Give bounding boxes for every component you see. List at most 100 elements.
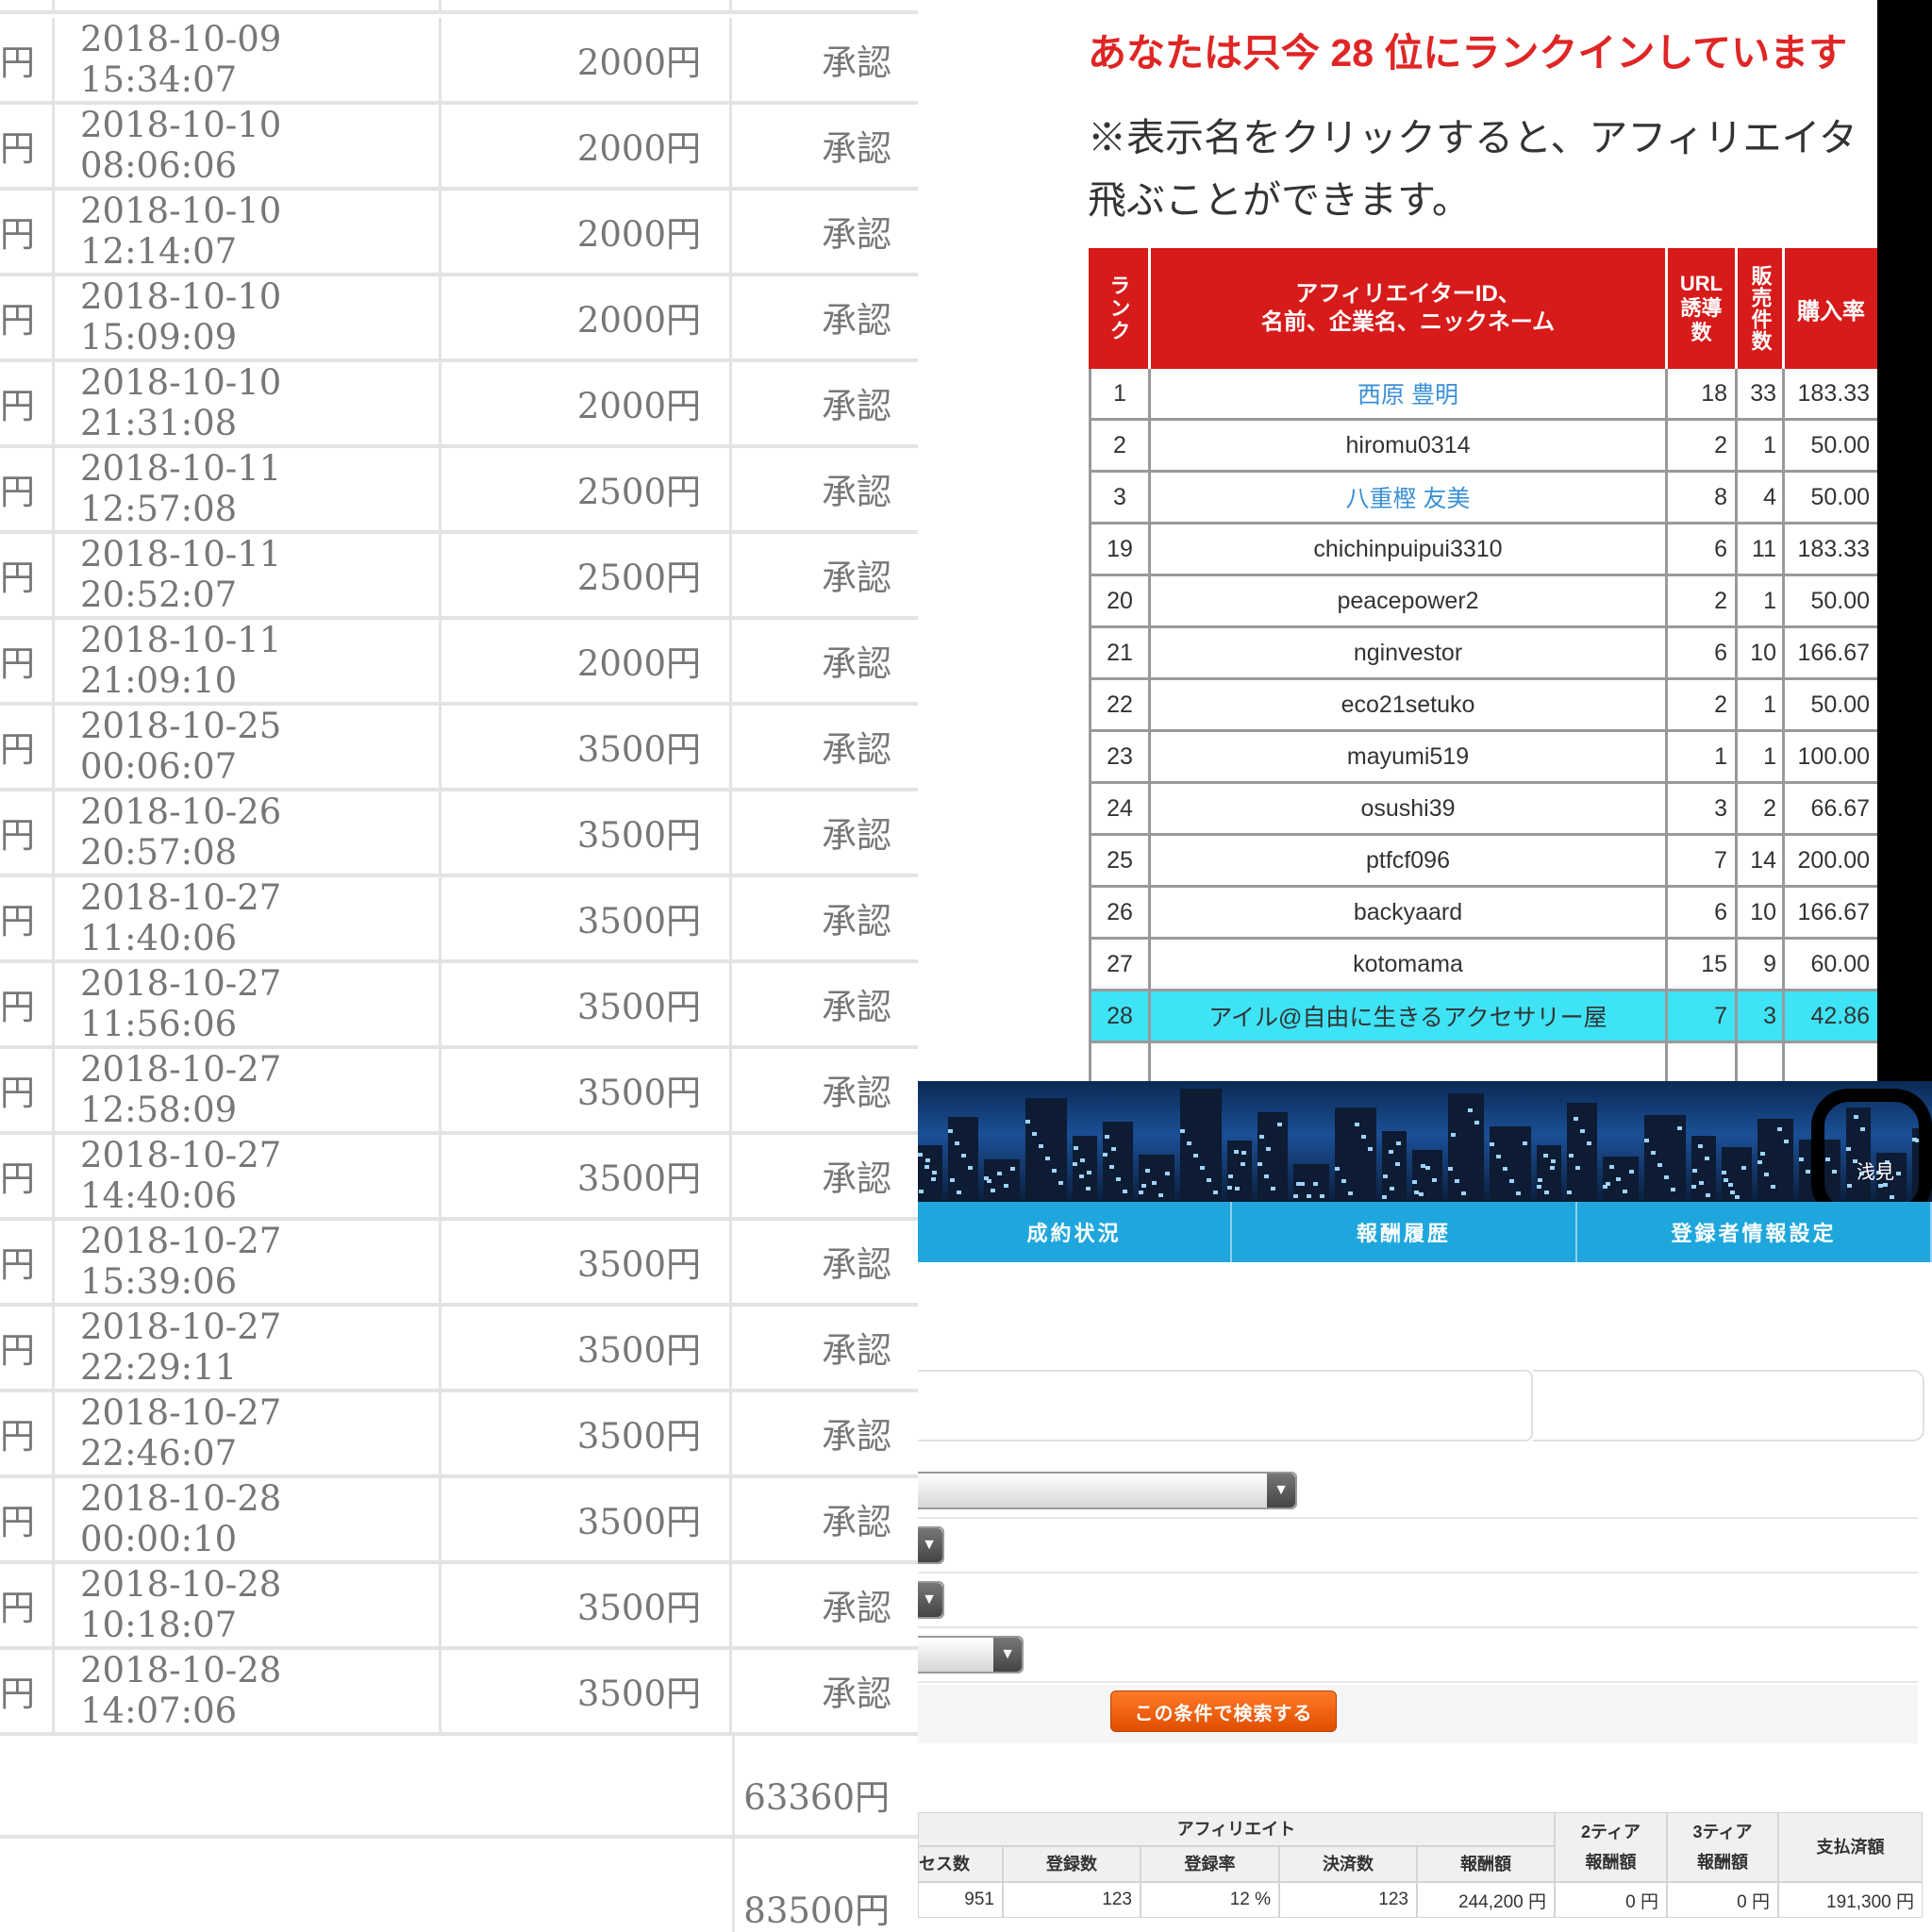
window-light bbox=[1503, 1167, 1507, 1171]
filter-select-1[interactable]: ▼ bbox=[918, 1472, 1297, 1509]
search-field-secondary[interactable] bbox=[1533, 1370, 1924, 1441]
filter-row: ▼ bbox=[918, 1519, 1918, 1574]
window-light bbox=[1158, 1193, 1163, 1197]
header-purchase-rate: 購入率 bbox=[1785, 248, 1877, 369]
payment-row: 円 2018-10-27 22:46:07 3500円 承認 bbox=[0, 1391, 918, 1478]
affiliate-name[interactable]: 西原 豊明 bbox=[1151, 369, 1668, 418]
payment-row: 円 2018-10-28 14:07:06 3500円 承認 bbox=[0, 1649, 918, 1736]
window-light bbox=[1032, 1132, 1037, 1136]
window-light bbox=[1550, 1166, 1555, 1170]
window-light bbox=[1784, 1140, 1789, 1143]
filter-select-4[interactable]: ▼ bbox=[918, 1636, 1024, 1674]
window-light bbox=[1103, 1153, 1108, 1157]
skyline-building bbox=[1448, 1093, 1484, 1202]
header-registrations: 登録数 bbox=[1003, 1846, 1141, 1882]
skyline-building bbox=[1257, 1112, 1288, 1202]
url-referrals: 6 bbox=[1668, 628, 1738, 677]
window-light bbox=[1368, 1147, 1373, 1151]
amount-fragment: 円 bbox=[0, 104, 55, 187]
amount-fragment: 円 bbox=[0, 1220, 55, 1303]
header-sales-count: 販売件数 bbox=[1738, 248, 1785, 369]
ranking-row: 21 nginvestor 6 10 166.67 bbox=[1089, 628, 1877, 680]
purchase-rate: 42.86 bbox=[1810, 1002, 1870, 1029]
purchase-rate: 50.00 bbox=[1810, 431, 1870, 458]
tab-contract-status[interactable]: 成約状況 bbox=[918, 1202, 1232, 1262]
value-registration-rate: 12 % bbox=[1141, 1882, 1279, 1918]
filter-select-3[interactable]: ▼ bbox=[918, 1581, 944, 1619]
skyline-building bbox=[1567, 1103, 1597, 1202]
amount-fragment: 円 bbox=[0, 1134, 55, 1217]
window-light bbox=[1080, 1158, 1085, 1162]
nav-tabs: 成約状況 報酬履歴 登録者情報設定 bbox=[918, 1202, 1932, 1262]
purchase-rate: 50.00 bbox=[1810, 691, 1870, 718]
window-light bbox=[1396, 1141, 1401, 1145]
window-light bbox=[1651, 1151, 1656, 1155]
url-referrals: 18 bbox=[1668, 369, 1738, 418]
window-light bbox=[1341, 1179, 1346, 1183]
payment-datetime: 2018-10-27 22:29:11 bbox=[55, 1306, 441, 1389]
window-light bbox=[1421, 1164, 1425, 1168]
payment-row: 円 2018-10-10 15:09:09 2000円 承認 bbox=[0, 275, 918, 362]
purchase-rate: 200.00 bbox=[1797, 846, 1870, 874]
payment-status: 承認 bbox=[822, 1244, 891, 1285]
header-affiliate-id: アフィリエイターID、 名前、企業名、ニックネーム bbox=[1151, 248, 1668, 369]
payment-status: 承認 bbox=[822, 1073, 891, 1113]
total-amount: 83500円 bbox=[743, 1890, 890, 1931]
tab-reward-history[interactable]: 報酬履歴 bbox=[1232, 1202, 1577, 1262]
url-referrals: 8 bbox=[1668, 473, 1738, 522]
sales-count: 10 bbox=[1738, 628, 1785, 677]
window-light bbox=[924, 1165, 929, 1169]
payment-amount: 2000円 bbox=[441, 619, 732, 702]
search-button[interactable]: この条件で検索する bbox=[1110, 1690, 1337, 1732]
header-affiliate-id-line1: アフィリエイターID、 bbox=[1295, 281, 1521, 307]
chevron-down-icon: ▼ bbox=[918, 1528, 942, 1562]
ranking-row: 27 kotomama 15 9 60.00 bbox=[1089, 940, 1877, 991]
window-light bbox=[1193, 1154, 1198, 1158]
skyline-building bbox=[1335, 1108, 1376, 1202]
window-light bbox=[1544, 1191, 1549, 1194]
value-tier2-reward: 0 円 bbox=[1555, 1882, 1667, 1918]
sales-count: 1 bbox=[1738, 421, 1785, 470]
window-light bbox=[1516, 1191, 1521, 1195]
user-badge[interactable]: 浅見 bbox=[1811, 1081, 1932, 1202]
affiliate-name: backyaard bbox=[1151, 888, 1668, 937]
window-light bbox=[1496, 1155, 1501, 1158]
window-light bbox=[1616, 1177, 1621, 1181]
window-light bbox=[948, 1129, 953, 1133]
amount-fragment: 円 bbox=[0, 876, 55, 959]
window-light bbox=[1105, 1135, 1109, 1139]
payment-datetime: 2018-10-27 11:56:06 bbox=[55, 962, 441, 1045]
payment-row: 円 2018-10-10 08:06:06 2000円 承認 bbox=[0, 104, 918, 191]
affiliate-name: osushi39 bbox=[1151, 784, 1668, 833]
window-light bbox=[1111, 1147, 1116, 1151]
window-light bbox=[1699, 1181, 1704, 1185]
payment-datetime: 2018-10-27 11:40:06 bbox=[55, 876, 441, 959]
tab-registrant-settings[interactable]: 登録者情報設定 bbox=[1577, 1202, 1932, 1262]
affiliate-name: hiromu0314 bbox=[1151, 421, 1668, 470]
redaction-scribble bbox=[1811, 1089, 1932, 1202]
window-light bbox=[1165, 1172, 1170, 1175]
header-tier3-title: 3ティア bbox=[1692, 1823, 1753, 1841]
payment-datetime: 2018-10-27 15:39:06 bbox=[55, 1220, 441, 1303]
rank-number: 27 bbox=[1089, 940, 1151, 989]
payment-amount: 3500円 bbox=[441, 1563, 732, 1646]
window-light bbox=[1355, 1123, 1359, 1126]
header-rank: ランク bbox=[1089, 248, 1151, 369]
payment-amount: 2000円 bbox=[441, 18, 732, 101]
ranking-row: 23 mayumi519 1 1 100.00 bbox=[1089, 732, 1877, 784]
window-light bbox=[1574, 1117, 1578, 1121]
window-light bbox=[1606, 1182, 1610, 1186]
window-light bbox=[1264, 1174, 1269, 1178]
window-light bbox=[1277, 1123, 1282, 1126]
window-light bbox=[1227, 1186, 1232, 1190]
window-light bbox=[1490, 1142, 1494, 1146]
ranking-row: 2 hiromu0314 2 1 50.00 bbox=[1089, 421, 1877, 473]
payment-row: 円 2018-10-25 00:06:07 3500円 承認 bbox=[0, 705, 918, 791]
search-keyword-field[interactable] bbox=[918, 1370, 1533, 1441]
window-light bbox=[957, 1191, 961, 1194]
skyline-building bbox=[1073, 1136, 1097, 1202]
affiliate-name[interactable]: 八重樫 友美 bbox=[1151, 473, 1668, 522]
filter-select-2[interactable]: ▼ bbox=[918, 1526, 944, 1564]
purchase-rate: 60.00 bbox=[1810, 950, 1870, 977]
window-light bbox=[1123, 1190, 1127, 1193]
